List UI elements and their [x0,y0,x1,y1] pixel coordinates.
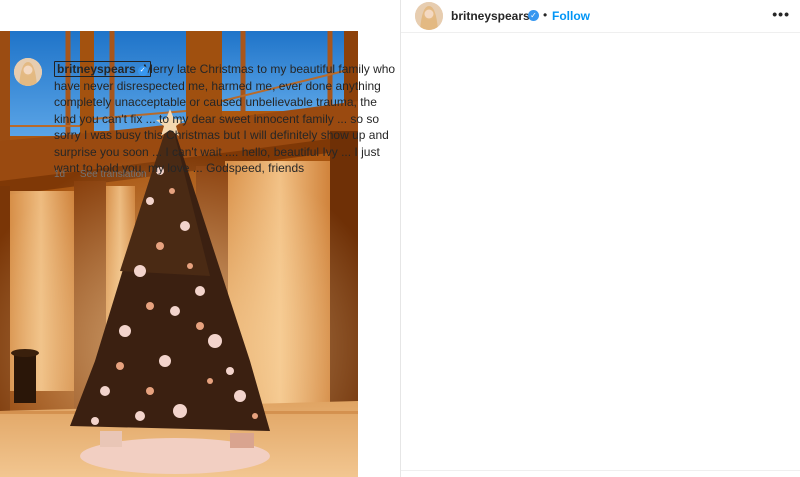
caption-username-label: britneyspears [57,62,136,76]
profile-photo-icon [415,2,443,30]
post-header: britneyspears ✓ • Follow ••• [401,0,800,33]
more-options-icon[interactable]: ••• [772,6,790,22]
caption-username[interactable]: britneyspears ✓ [54,61,151,77]
caption-meta: 1d See translation [54,169,147,180]
verified-badge-icon: ✓ [528,10,539,21]
avatar[interactable] [415,2,443,30]
separator-dot: • [543,8,548,22]
profile-photo-icon [14,58,42,86]
pane-divider [400,0,401,477]
timestamp[interactable]: 1d [54,169,65,180]
divider [401,470,800,471]
caption-avatar[interactable] [14,58,42,86]
see-translation-link[interactable]: See translation [80,169,147,180]
post-username[interactable]: britneyspears [451,9,530,23]
caption-text: Merry late Christmas to my beautiful fam… [54,62,396,175]
follow-button[interactable]: Follow [552,9,590,23]
verified-badge-icon: ✓ [137,66,148,76]
